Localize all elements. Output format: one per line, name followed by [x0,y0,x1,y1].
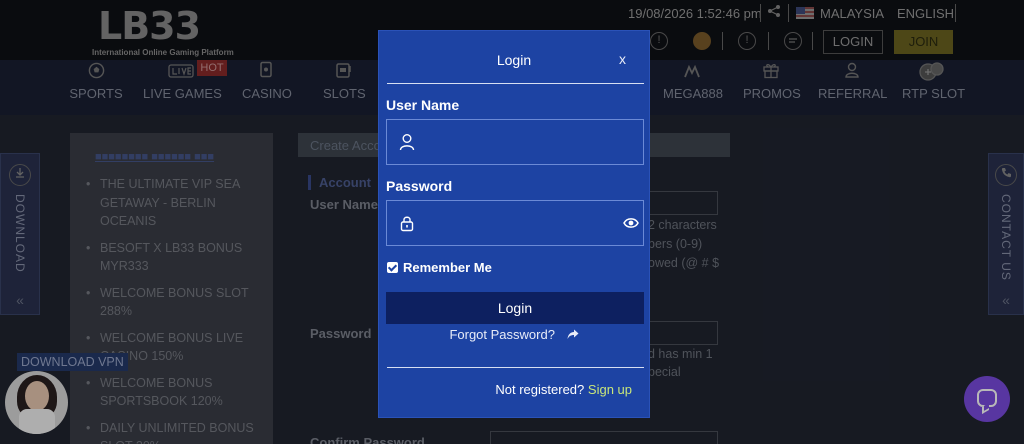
password-field[interactable] [386,200,644,246]
forgot-password-link[interactable]: Forgot Password? [379,327,649,342]
password-label: Password [386,178,453,194]
remember-me-checkbox[interactable] [387,262,398,273]
sign-up-link[interactable]: Sign up [588,382,632,397]
divider [387,83,644,84]
share-arrow-icon [567,329,579,339]
modal-title: Login [496,52,532,68]
remember-me-row[interactable]: Remember Me [387,260,492,275]
password-input[interactable] [425,201,615,245]
login-modal: Login x User Name Password Remember Me L… [378,30,650,418]
login-button[interactable]: Login [386,292,644,324]
username-field[interactable] [386,119,644,165]
username-input[interactable] [425,120,615,164]
register-prompt: Not registered? [495,382,585,397]
show-password-icon[interactable] [623,217,639,229]
forgot-password-label: Forgot Password? [449,327,555,342]
register-row: Not registered? Sign up [379,382,632,397]
user-icon [399,134,415,151]
close-button[interactable]: x [619,51,626,67]
username-label: User Name [386,97,460,113]
divider [387,367,644,368]
remember-me-label: Remember Me [403,260,492,275]
lock-icon [400,216,414,232]
